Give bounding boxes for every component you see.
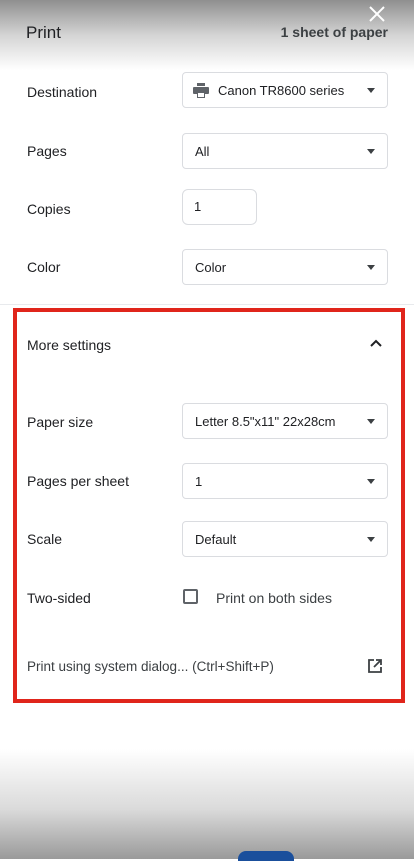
- printer-icon: [193, 83, 209, 98]
- chevron-up-icon[interactable]: [369, 338, 383, 348]
- scale-value: Default: [195, 532, 237, 547]
- color-value: Color: [195, 260, 227, 275]
- sheet-summary: 1 sheet of paper: [280, 24, 388, 40]
- pages-label: Pages: [27, 143, 67, 159]
- copies-field[interactable]: [182, 189, 257, 225]
- chevron-down-icon: [367, 88, 375, 93]
- paper-size-value: Letter 8.5"x11" 22x28cm: [195, 414, 336, 429]
- copies-label: Copies: [27, 201, 71, 217]
- pages-value: All: [195, 144, 210, 159]
- print-button-edge[interactable]: [238, 851, 294, 861]
- two-sided-checkbox-label[interactable]: Print on both sides: [216, 590, 332, 606]
- pages-per-sheet-label: Pages per sheet: [27, 473, 129, 489]
- chevron-down-icon: [367, 479, 375, 484]
- highlight-box: [13, 308, 405, 703]
- chevron-down-icon: [367, 419, 375, 424]
- more-settings-toggle[interactable]: More settings: [27, 336, 111, 354]
- system-dialog-link[interactable]: Print using system dialog... (Ctrl+Shift…: [27, 659, 274, 674]
- chevron-down-icon: [367, 149, 375, 154]
- pages-per-sheet-select[interactable]: 1: [182, 463, 388, 499]
- two-sided-label: Two-sided: [27, 590, 91, 606]
- paper-size-select[interactable]: Letter 8.5"x11" 22x28cm: [182, 403, 388, 439]
- bottom-fade: [0, 749, 414, 859]
- close-button[interactable]: [366, 3, 388, 25]
- chevron-down-icon: [367, 537, 375, 542]
- close-icon: [369, 6, 385, 22]
- color-label: Color: [27, 259, 61, 275]
- destination-label: Destination: [27, 84, 98, 100]
- scale-label: Scale: [27, 531, 63, 547]
- page-title: Print: [26, 23, 61, 42]
- pages-per-sheet-value: 1: [195, 474, 203, 489]
- divider: [0, 304, 414, 305]
- scale-select[interactable]: Default: [182, 521, 388, 557]
- copies-input[interactable]: [194, 199, 244, 214]
- pages-select[interactable]: All: [182, 133, 388, 169]
- destination-select[interactable]: Canon TR8600 series: [182, 72, 388, 108]
- color-select[interactable]: Color: [182, 249, 388, 285]
- destination-value: Canon TR8600 series: [218, 83, 345, 98]
- open-in-new-icon[interactable]: [368, 659, 382, 673]
- paper-size-label: Paper size: [27, 414, 94, 430]
- two-sided-checkbox[interactable]: [183, 589, 198, 604]
- chevron-down-icon: [367, 265, 375, 270]
